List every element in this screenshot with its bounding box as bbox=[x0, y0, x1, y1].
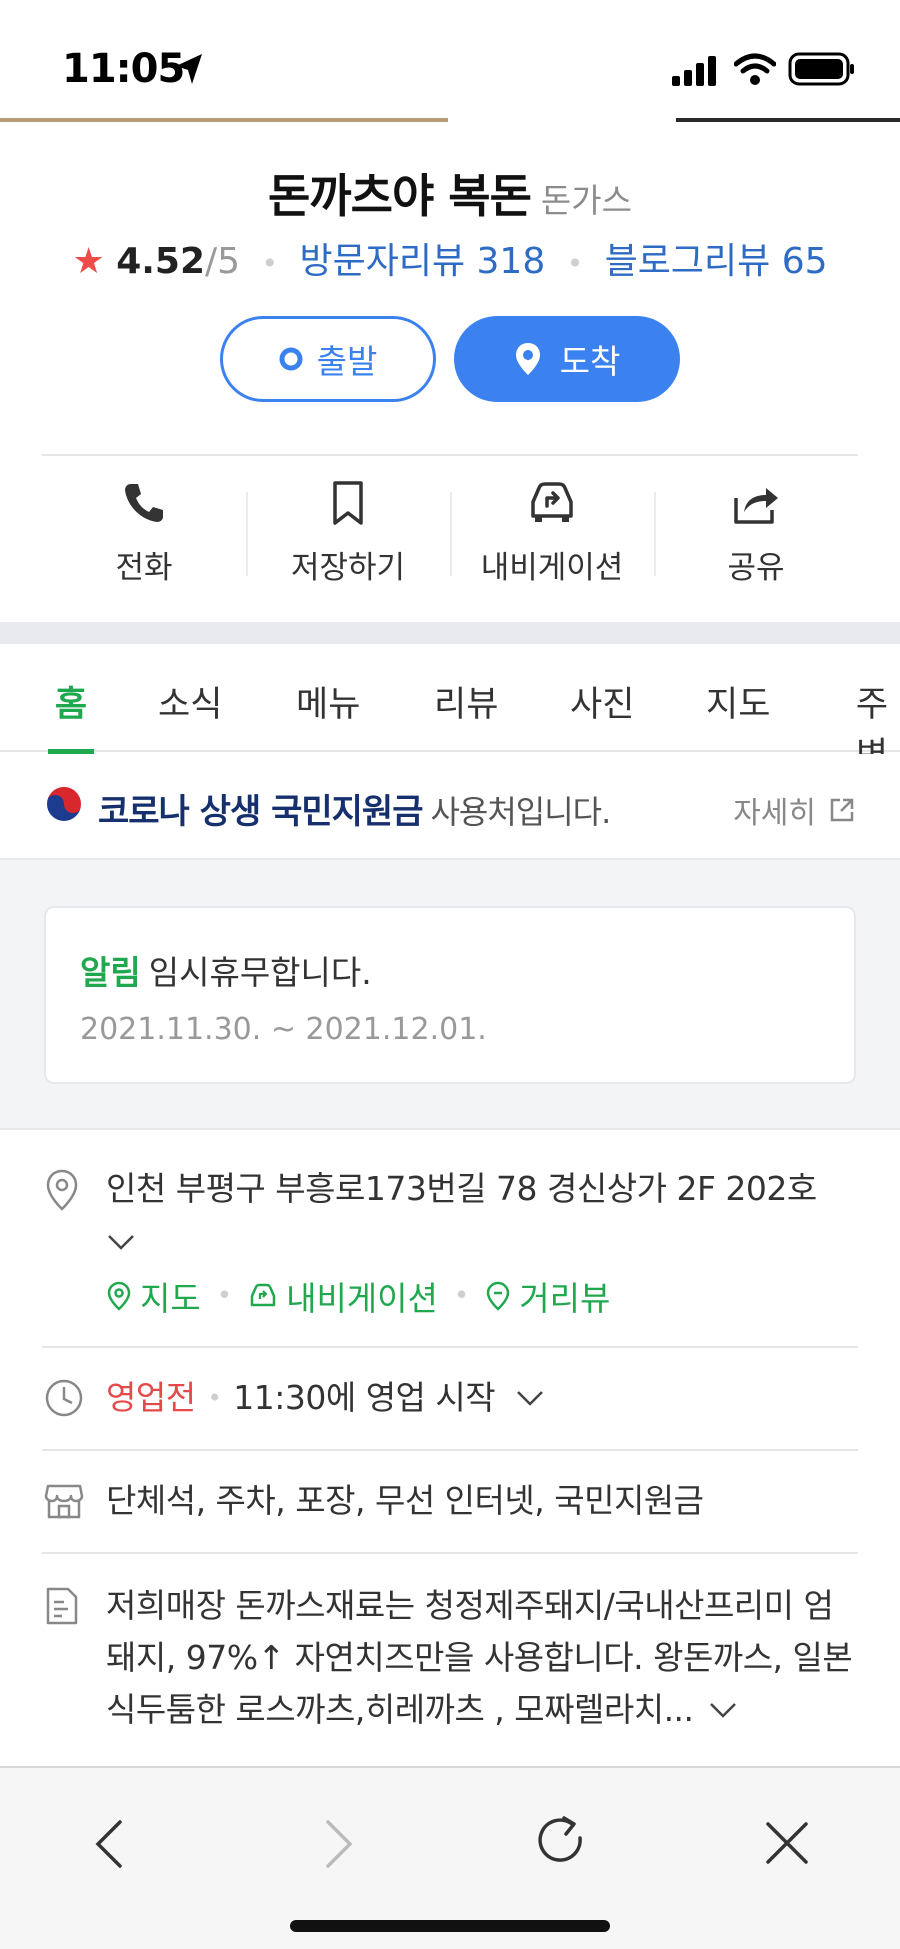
arrive-button-label: 도착 bbox=[559, 342, 621, 381]
signal-icon bbox=[672, 56, 716, 86]
phone-icon bbox=[125, 484, 163, 522]
wifi-icon bbox=[734, 53, 776, 85]
save-label: 저장하기 bbox=[290, 550, 406, 586]
notice-tag: 알림 bbox=[80, 953, 141, 992]
business-status: 영업전 bbox=[106, 1378, 196, 1417]
address-streetview-link[interactable]: 거리뷰 bbox=[485, 1272, 610, 1320]
back-arrow-icon[interactable] bbox=[92, 1818, 126, 1870]
covid-banner-text: 코로나 상생 국민지원금 사용처입니다. bbox=[98, 784, 611, 833]
share-label: 공유 bbox=[727, 550, 785, 586]
star-icon: ★ bbox=[72, 241, 105, 282]
taegeuk-logo-icon bbox=[45, 785, 83, 823]
address-links: 지도 • 내비게이션 • 거리뷰 bbox=[106, 1272, 610, 1320]
chevron-down-icon[interactable] bbox=[106, 1232, 136, 1252]
section-separator bbox=[0, 622, 900, 644]
description-line: 저희매장 돈까스재료는 청정제주돼지/국내산프리미 엄 bbox=[106, 1586, 834, 1625]
address-map-label: 지도 bbox=[140, 1279, 201, 1318]
battery-icon bbox=[788, 52, 854, 86]
start-button-label: 출발 bbox=[316, 342, 378, 381]
place-category: 돈가스 bbox=[540, 181, 633, 220]
address-streetview-label: 거리뷰 bbox=[519, 1279, 611, 1318]
divider bbox=[42, 454, 858, 456]
place-name: 돈까츠야 복돈 bbox=[267, 169, 532, 223]
covid-support-banner[interactable]: 코로나 상생 국민지원금 사용처입니다. 자세히 bbox=[0, 754, 900, 860]
status-bar: 11:05 bbox=[0, 0, 900, 122]
divider bbox=[42, 1449, 858, 1451]
bookmark-icon bbox=[333, 481, 363, 525]
navigation-button[interactable]: 내비게이션 bbox=[450, 480, 654, 590]
start-button[interactable]: 출발 bbox=[220, 316, 436, 402]
description-block[interactable]: 저희매장 돈까스재료는 청정제주돼지/국내산프리미 엄 돼지, 97%↑ 자연치… bbox=[106, 1580, 886, 1736]
forward-arrow-icon[interactable] bbox=[322, 1818, 356, 1870]
description-line: 돼지, 97%↑ 자연치즈만을 사용합니다. 왕돈까스, 일본 bbox=[106, 1638, 853, 1677]
covid-more-label: 자세히 bbox=[733, 796, 816, 831]
tab-menu[interactable]: 메뉴 bbox=[296, 644, 360, 727]
car-navigation-icon bbox=[531, 482, 573, 522]
blog-reviews-link[interactable]: 블로그리뷰 65 bbox=[605, 241, 828, 282]
call-label: 전화 bbox=[115, 550, 173, 586]
divider bbox=[42, 1346, 858, 1348]
location-pin-icon bbox=[46, 1169, 78, 1211]
covid-banner-highlight: 코로나 상생 국민지원금 bbox=[98, 792, 423, 832]
start-dot-icon bbox=[279, 347, 303, 371]
share-button[interactable]: 공유 bbox=[654, 480, 858, 590]
rating-row: ★ 4.52/5 • 방문자리뷰 318 • 블로그리뷰 65 bbox=[72, 241, 828, 282]
home-indicator[interactable] bbox=[290, 1920, 610, 1932]
tab-news[interactable]: 소식 bbox=[158, 644, 222, 727]
tab-bar: 홈 소식 메뉴 리뷰 사진 지도 주변 bbox=[0, 644, 900, 776]
notice-title: 알림 임시휴무합니다. bbox=[80, 946, 372, 994]
visitor-reviews-link[interactable]: 방문자리뷰 318 bbox=[299, 241, 545, 282]
close-icon[interactable] bbox=[762, 1818, 812, 1868]
address-text: 인천 부평구 부흥로173번길 78 경신상가 2F 202호 bbox=[106, 1169, 817, 1208]
share-icon bbox=[734, 488, 778, 524]
map-pin-icon bbox=[107, 1281, 131, 1311]
covid-banner-suffix: 사용처입니다. bbox=[430, 793, 611, 831]
chevron-down-icon bbox=[517, 1391, 544, 1406]
reload-icon[interactable] bbox=[534, 1814, 590, 1870]
call-button[interactable]: 전화 bbox=[42, 480, 246, 590]
tab-home[interactable]: 홈 bbox=[48, 644, 94, 754]
rating-max: /5 bbox=[205, 241, 241, 282]
arrive-button[interactable]: 도착 bbox=[454, 316, 680, 402]
status-time: 11:05 bbox=[62, 46, 185, 92]
covid-more-link[interactable]: 자세히 bbox=[733, 788, 856, 832]
notice-section: 알림 임시휴무합니다. 2021.11.30. ~ 2021.12.01. bbox=[0, 860, 900, 1130]
store-icon bbox=[44, 1484, 84, 1519]
notice-card[interactable]: 알림 임시휴무합니다. 2021.11.30. ~ 2021.12.01. bbox=[44, 906, 856, 1084]
car-icon bbox=[250, 1283, 276, 1307]
address-navigation-label: 내비게이션 bbox=[286, 1279, 438, 1318]
divider bbox=[42, 1552, 858, 1554]
tab-reviews[interactable]: 리뷰 bbox=[434, 644, 498, 727]
pin-icon bbox=[515, 343, 540, 375]
description-line: 식두툼한 로스까츠,히레까츠 , 모짜렐라치... bbox=[106, 1690, 694, 1729]
location-arrow-icon bbox=[176, 54, 202, 84]
save-button[interactable]: 저장하기 bbox=[246, 480, 450, 590]
clock-icon bbox=[45, 1379, 83, 1417]
chevron-down-icon bbox=[709, 1703, 736, 1718]
place-header: 돈까츠야 복돈 돈가스 bbox=[0, 160, 900, 226]
hours-row[interactable]: 영업전 • 11:30에 영업 시작 bbox=[106, 1372, 545, 1424]
business-hours: 11:30에 영업 시작 bbox=[233, 1378, 496, 1417]
navigation-label: 내비게이션 bbox=[480, 550, 624, 586]
external-link-icon bbox=[830, 798, 854, 822]
hero-image-strip bbox=[676, 118, 900, 122]
notice-text: 임시휴무합니다. bbox=[148, 953, 372, 992]
action-bar: 전화 저장하기 내비게이션 공유 bbox=[42, 480, 858, 590]
amenities-text: 단체석, 주차, 포장, 무선 인터넷, 국민지원금 bbox=[106, 1481, 704, 1520]
address-navigation-link[interactable]: 내비게이션 bbox=[248, 1272, 438, 1320]
tab-photos[interactable]: 사진 bbox=[570, 644, 634, 727]
tab-map[interactable]: 지도 bbox=[706, 644, 770, 727]
document-icon bbox=[46, 1587, 78, 1625]
hero-image-strip bbox=[0, 118, 448, 122]
rating-score: 4.52 bbox=[116, 241, 206, 282]
notice-date: 2021.11.30. ~ 2021.12.01. bbox=[80, 1012, 487, 1047]
streetview-icon bbox=[486, 1281, 510, 1311]
address-map-link[interactable]: 지도 bbox=[106, 1272, 201, 1320]
